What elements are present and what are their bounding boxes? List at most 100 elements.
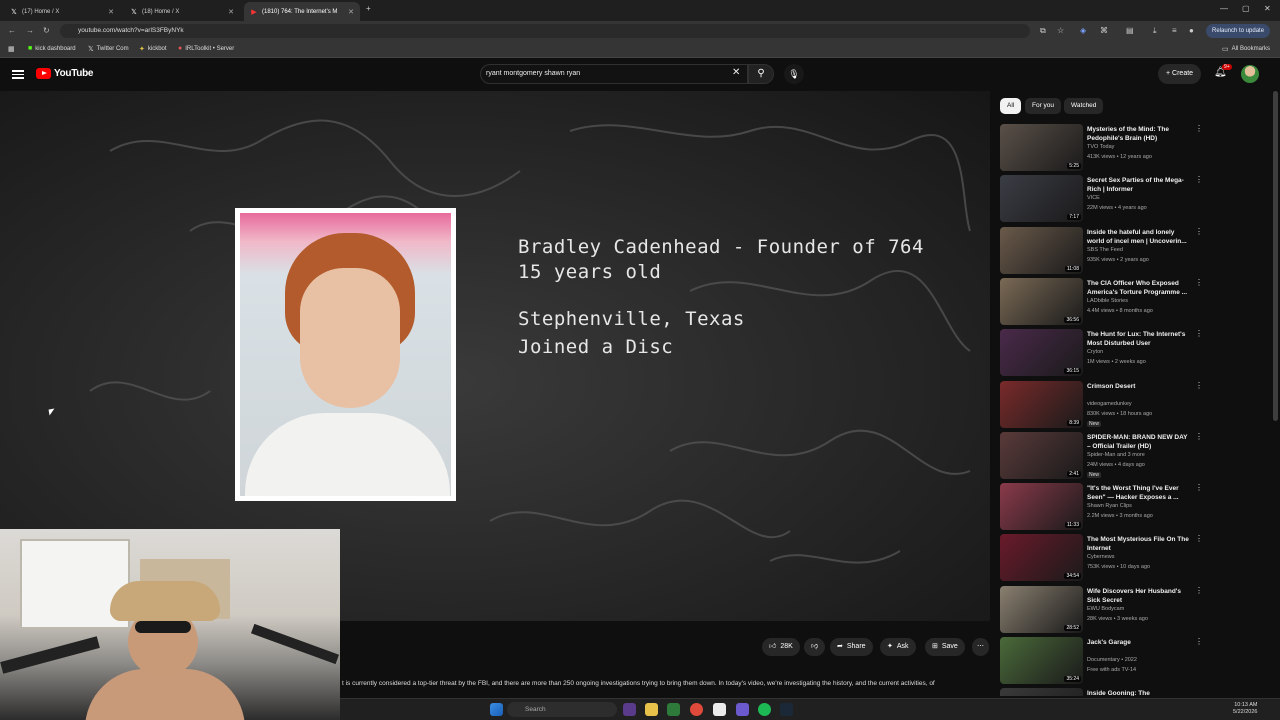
- bookmark-kick-dashboard[interactable]: ■ kick dashboard: [28, 45, 76, 52]
- menu-icon[interactable]: [12, 68, 24, 80]
- search-input[interactable]: ryant montgomery shawn ryan: [480, 64, 748, 84]
- voice-search-button[interactable]: 🎙: [784, 64, 804, 84]
- more-vertical-icon[interactable]: ⋮: [1195, 586, 1203, 595]
- channel-name[interactable]: Documentary • 2022: [1087, 657, 1137, 663]
- bookmark-kickbot[interactable]: ✦ kickbot: [139, 45, 167, 53]
- video-thumbnail[interactable]: 8:39: [1000, 380, 1083, 428]
- spotify-icon[interactable]: [758, 703, 771, 716]
- forward-icon[interactable]: →: [26, 26, 34, 35]
- bookmark-irltoolkit[interactable]: ● IRLToolkit • Server: [178, 45, 234, 52]
- channel-name[interactable]: SBS The Feed: [1087, 247, 1123, 253]
- chip-all[interactable]: All: [1000, 98, 1022, 114]
- search-button[interactable]: ⚲: [748, 64, 774, 84]
- video-thumbnail[interactable]: [1000, 688, 1083, 697]
- close-icon[interactable]: ✕: [108, 8, 114, 16]
- recommendation-item[interactable]: 7:17 Secret Sex Parties of the Mega-Rich …: [1000, 175, 1210, 224]
- back-icon[interactable]: ←: [8, 26, 16, 35]
- taskbar-clock[interactable]: 10:13 AM 5/22/2026: [1233, 702, 1257, 716]
- steam-icon[interactable]: [780, 703, 793, 716]
- video-title[interactable]: Wife Discovers Her Husband's Sick Secret: [1087, 587, 1189, 605]
- recommendation-item[interactable]: 36:15 The Hunt for Lux: The Internet's Mo…: [1000, 329, 1210, 378]
- video-title[interactable]: Jack's Garage: [1087, 638, 1189, 647]
- all-bookmarks[interactable]: ▭ All Bookmarks: [1222, 45, 1270, 53]
- video-thumbnail[interactable]: 5:25: [1000, 124, 1083, 171]
- maximize-icon[interactable]: ▢: [1242, 4, 1250, 13]
- url-field[interactable]: youtube.com/watch?v=arlS3FByNYk: [60, 24, 1030, 38]
- apps-icon[interactable]: ▦: [8, 45, 15, 53]
- channel-name[interactable]: Spider-Man and 3 more: [1087, 452, 1145, 458]
- browser-tab-1[interactable]: 𝕏 (17) Home / X ✕: [4, 2, 120, 21]
- channel-name[interactable]: EWU Bodycam: [1087, 606, 1124, 612]
- share-button[interactable]: ➦ Share: [830, 638, 873, 656]
- channel-name[interactable]: Shawn Ryan Clips: [1087, 503, 1132, 509]
- install-icon[interactable]: ⧉: [1040, 26, 1046, 36]
- channel-name[interactable]: VICE: [1087, 195, 1100, 201]
- close-icon[interactable]: ✕: [228, 8, 234, 16]
- chrome-icon[interactable]: [690, 703, 703, 716]
- new-tab-icon[interactable]: +: [366, 4, 371, 13]
- recommendation-item[interactable]: 2:41 SPIDER-MAN: BRAND NEW DAY – Official…: [1000, 431, 1210, 481]
- channel-name[interactable]: Cybernews: [1087, 554, 1115, 560]
- task-view-icon[interactable]: [623, 703, 636, 716]
- recommendation-item[interactable]: Inside Gooning: The: [1000, 688, 1210, 697]
- more-vertical-icon[interactable]: ⋮: [1195, 329, 1203, 338]
- youtube-logo[interactable]: YouTube: [36, 68, 94, 79]
- more-vertical-icon[interactable]: ⋮: [1195, 278, 1203, 287]
- sidepanel-icon[interactable]: ▤: [1126, 26, 1134, 35]
- create-button[interactable]: + Create: [1158, 64, 1202, 84]
- clear-search-icon[interactable]: ✕: [732, 67, 740, 78]
- recommendation-item[interactable]: 8:39 Crimson Desert videogamedunkey 830K vi…: [1000, 380, 1210, 430]
- chip-watched[interactable]: Watched: [1064, 98, 1104, 114]
- dislike-button[interactable]: 👎︎: [804, 638, 826, 656]
- app-icon[interactable]: [667, 703, 680, 716]
- more-vertical-icon[interactable]: ⋮: [1195, 124, 1203, 133]
- video-title[interactable]: Secret Sex Parties of the Mega-Rich | In…: [1087, 176, 1189, 194]
- relaunch-button[interactable]: Relaunch to update: [1206, 24, 1271, 38]
- video-title[interactable]: Mysteries of the Mind: The Pedophile's B…: [1087, 125, 1189, 143]
- account-avatar[interactable]: [1241, 65, 1259, 83]
- taskbar-search[interactable]: Search: [507, 702, 617, 717]
- recommendation-item[interactable]: 36:56 The CIA Officer Who Exposed America…: [1000, 277, 1210, 327]
- recommendation-item[interactable]: 11:08 Inside the hateful and lonely world…: [1000, 226, 1210, 276]
- video-title[interactable]: "It's the Worst Thing I've Ever Seen" — …: [1087, 484, 1189, 502]
- video-thumbnail[interactable]: 11:08: [1000, 226, 1083, 274]
- video-thumbnail[interactable]: 7:17: [1000, 175, 1083, 223]
- recommendation-item[interactable]: 28:52 Wife Discovers Her Husband's Sick S…: [1000, 585, 1210, 635]
- browser-tab-3[interactable]: ▶ (1810) 764: The Internet's M ✕: [244, 2, 360, 21]
- more-vertical-icon[interactable]: ⋮: [1195, 381, 1203, 390]
- video-thumbnail[interactable]: 2:41: [1000, 431, 1083, 479]
- video-title[interactable]: The CIA Officer Who Exposed America's To…: [1087, 279, 1189, 297]
- more-vertical-icon[interactable]: ⋮: [1195, 534, 1203, 543]
- video-title[interactable]: The Hunt for Lux: The Internet's Most Di…: [1087, 330, 1189, 348]
- recommendation-item[interactable]: 11:33 "It's the Worst Thing I've Ever See…: [1000, 483, 1210, 532]
- video-thumbnail[interactable]: 36:15: [1000, 329, 1083, 377]
- video-thumbnail[interactable]: 36:56: [1000, 277, 1083, 325]
- bookmark-twitter[interactable]: 𝕏 Twitter Com: [88, 45, 129, 53]
- close-icon[interactable]: ✕: [348, 8, 354, 16]
- channel-name[interactable]: LADbible Stories: [1087, 298, 1128, 304]
- app-icon-2[interactable]: [713, 703, 726, 716]
- video-thumbnail[interactable]: 35:24: [1000, 637, 1083, 684]
- video-thumbnail[interactable]: 11:33: [1000, 483, 1083, 531]
- recommendation-item[interactable]: 34:54 The Most Mysterious File On The Int…: [1000, 534, 1210, 583]
- video-title[interactable]: Inside Gooning: The: [1087, 689, 1189, 696]
- recommendation-item[interactable]: 35:24 Jack's Garage Documentary • 2022 Free…: [1000, 637, 1210, 686]
- bookmark-star-icon[interactable]: ☆: [1057, 26, 1064, 35]
- video-title[interactable]: SPIDER-MAN: BRAND NEW DAY – Official Tra…: [1087, 433, 1189, 451]
- save-button[interactable]: ⊞ Save: [925, 638, 965, 656]
- extensions-puzzle-icon[interactable]: ⌘: [1100, 26, 1108, 35]
- discord-icon[interactable]: [736, 703, 749, 716]
- more-actions-button[interactable]: ⋯: [972, 638, 989, 656]
- window-close-icon[interactable]: ✕: [1264, 4, 1271, 13]
- video-title[interactable]: Inside the hateful and lonely world of i…: [1087, 228, 1189, 246]
- more-vertical-icon[interactable]: ⋮: [1195, 483, 1203, 492]
- profile-icon[interactable]: ●: [1189, 26, 1194, 35]
- sidebar-scrollbar[interactable]: [1273, 91, 1278, 421]
- browser-tab-2[interactable]: 𝕏 (18) Home / X ✕: [124, 2, 240, 21]
- more-vertical-icon[interactable]: ⋮: [1195, 227, 1203, 236]
- minimize-icon[interactable]: —: [1220, 4, 1228, 13]
- windows-start-icon[interactable]: [490, 703, 503, 716]
- more-vertical-icon[interactable]: ⋮: [1195, 637, 1203, 646]
- more-vertical-icon[interactable]: ⋮: [1195, 432, 1203, 441]
- video-description[interactable]: t is currently considered a top-tier thr…: [342, 680, 982, 687]
